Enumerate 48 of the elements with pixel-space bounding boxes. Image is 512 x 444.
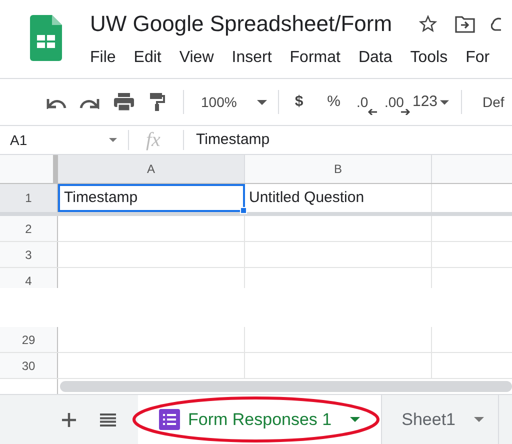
- row-header[interactable]: 1: [0, 184, 58, 212]
- row-header[interactable]: 3: [0, 242, 58, 267]
- row-header[interactable]: 30: [0, 353, 58, 378]
- menu-item[interactable]: Format: [290, 46, 340, 70]
- caret-icon: [440, 100, 449, 104]
- number-format-dropdown[interactable]: 123: [412, 90, 449, 114]
- horizontal-scrollbar[interactable]: [60, 381, 512, 392]
- form-icon: [159, 409, 180, 430]
- increase-decimal-button[interactable]: .00: [384, 89, 412, 115]
- fill-handle[interactable]: [240, 207, 247, 214]
- row-header[interactable]: 2: [0, 216, 58, 241]
- table-cell[interactable]: Untitled Question: [245, 184, 432, 212]
- list-icon: [100, 412, 116, 426]
- percent-button[interactable]: %: [327, 90, 340, 114]
- menu-item[interactable]: For: [466, 46, 490, 70]
- caret-icon: [109, 138, 117, 142]
- arrow-left-icon: [366, 109, 378, 115]
- table-cell[interactable]: Timestamp: [58, 184, 245, 212]
- formula-field[interactable]: Timestamp: [196, 128, 270, 152]
- zoom-dropdown[interactable]: 100%: [201, 92, 267, 112]
- row-header[interactable]: 29: [0, 327, 58, 352]
- column-header[interactable]: A: [58, 155, 245, 183]
- caret-icon: [256, 100, 267, 104]
- plus-icon: [62, 412, 76, 426]
- caret-icon: [350, 417, 360, 422]
- sheets-logo-icon[interactable]: [30, 15, 62, 61]
- menu-item[interactable]: Tools: [410, 46, 448, 70]
- cloud-icon: [491, 16, 502, 32]
- star-icon[interactable]: [418, 14, 438, 34]
- column-header[interactable]: B: [245, 155, 432, 183]
- menu-item[interactable]: Data: [358, 46, 392, 70]
- name-box[interactable]: A1: [0, 126, 128, 154]
- menu-item[interactable]: Insert: [232, 46, 272, 70]
- arrow-right-icon: [400, 109, 412, 115]
- menu-item[interactable]: File: [90, 46, 116, 70]
- menu-item[interactable]: View: [179, 46, 214, 70]
- row-header[interactable]: 4: [0, 268, 58, 288]
- print-icon[interactable]: [113, 92, 135, 112]
- folder-icon[interactable]: [455, 15, 476, 33]
- corner-cell[interactable]: [0, 155, 58, 183]
- caret-icon: [474, 417, 484, 422]
- currency-button[interactable]: $: [294, 90, 304, 114]
- paint-format-icon[interactable]: [149, 92, 165, 112]
- decrease-decimal-button[interactable]: .0: [356, 89, 378, 115]
- document-title[interactable]: UW Google Spreadsheet/Form: [90, 10, 392, 38]
- fx-label: fx: [146, 128, 162, 153]
- font-dropdown[interactable]: Def: [482, 92, 504, 112]
- menu-item[interactable]: Edit: [134, 46, 162, 70]
